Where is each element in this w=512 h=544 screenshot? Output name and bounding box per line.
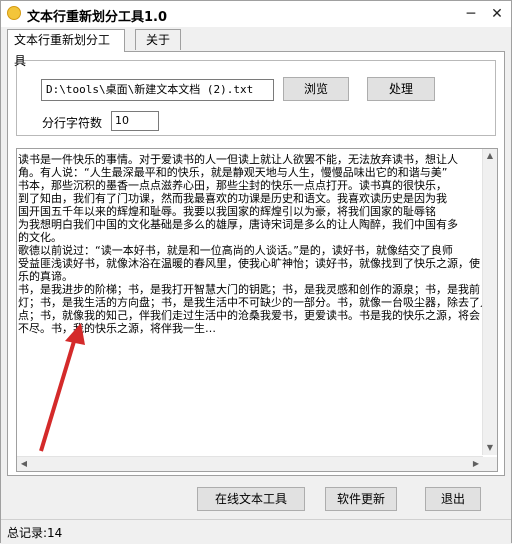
text-line: 书，是我进步的阶梯；书，是我打开智慧大门的钥匙；书，是我灵感和创作的源泉；书，是… [18, 283, 480, 296]
text-line: 灯；书，是我生活的方向盘；书，是我生活中不可缺少的一部分。书，就像一台吸尘器，除… [18, 296, 484, 309]
text-line: 的文化。 [18, 231, 62, 244]
text-line: 点；书，就像我的知己，伴我们走过生活中的沧桑我爱书，更爱读书。书是我的快乐之源，… [18, 309, 480, 322]
scroll-right-icon[interactable]: ▶ [469, 457, 483, 471]
app-icon [7, 6, 21, 20]
split-count-input[interactable]: 10 [111, 111, 159, 131]
exit-button[interactable]: 退出 [425, 487, 481, 511]
record-count: 总记录:14 [7, 526, 63, 540]
browse-button[interactable]: 浏览 [283, 77, 349, 101]
app-window: 文本行重新划分工具1.0 ─ ✕ 文本行重新划分工具 关于 D:\tools\桌… [0, 0, 512, 543]
scrollbar-corner [483, 457, 497, 471]
text-content: 读书是一件快乐的事情。对于爱读书的人一但读上就让人欲罢不能，无法放弃读书，想让人… [18, 153, 484, 453]
text-line: 国开国五千年以来的辉煌和耻辱。我要以我国家的辉煌引以为豪，将我们国家的耻辱铭 [18, 205, 436, 218]
text-line: 歌德以前说过：“读一本好书，就是和一位高尚的人谈话。”是的，读好书，就像结交了良… [18, 244, 453, 257]
window-title: 文本行重新划分工具1.0 [27, 10, 168, 25]
text-area[interactable]: 读书是一件快乐的事情。对于爱读书的人一但读上就让人欲罢不能，无法放弃读书，想让人… [16, 148, 498, 472]
text-line: 为我想明白我们中国的文化基础是多么的雄厚，唐诗宋词是多么的让人陶醉，我们中国有多 [18, 218, 458, 231]
options-group: D:\tools\桌面\新建文本文档 (2).txt 浏览 处理 分行字符数 1… [16, 60, 496, 136]
scroll-up-icon[interactable]: ▲ [483, 149, 497, 163]
text-line: 读书是一件快乐的事情。对于爱读书的人一但读上就让人欲罢不能，无法放弃读书，想让人 [18, 153, 458, 166]
text-line: 角。有人说：“人生最深最平和的快乐，就是静观天地与人生，慢慢品味出它的和谐与美” [18, 166, 448, 179]
text-line: 书本，那些沉积的墨香一点点滋养心田，那些尘封的快乐一点点打开。读书真的很快乐， [18, 179, 447, 192]
process-button[interactable]: 处理 [367, 77, 435, 101]
status-bar: 总记录:14 [1, 519, 511, 543]
vertical-scrollbar[interactable]: ▲ ▼ [482, 149, 497, 455]
tab-panel: D:\tools\桌面\新建文本文档 (2).txt 浏览 处理 分行字符数 1… [7, 51, 505, 476]
title-bar: 文本行重新划分工具1.0 ─ ✕ [1, 1, 511, 27]
online-tools-button[interactable]: 在线文本工具 [197, 487, 305, 511]
scroll-down-icon[interactable]: ▼ [483, 441, 497, 455]
scroll-left-icon[interactable]: ◀ [17, 457, 31, 471]
split-count-label: 分行字符数 [42, 116, 103, 130]
tab-line-splitter[interactable]: 文本行重新划分工具 [7, 29, 125, 68]
text-line: 乐的真谛。 [18, 270, 73, 283]
update-button[interactable]: 软件更新 [325, 487, 397, 511]
minimize-icon[interactable]: ─ [461, 4, 481, 24]
file-path-input[interactable]: D:\tools\桌面\新建文本文档 (2).txt [41, 79, 274, 101]
horizontal-scrollbar[interactable]: ◀ ▶ [17, 456, 483, 471]
tab-about[interactable]: 关于 [135, 29, 181, 50]
text-line: 受益匪浅读好书，就像沐浴在温暖的春风里，使我心旷神怡；读好书，就像找到了快乐之源… [18, 257, 480, 270]
close-icon[interactable]: ✕ [487, 4, 507, 24]
text-line: 不尽。书，我的快乐之源，将伴我一生… [18, 322, 216, 335]
text-line: 到了知由，我们有了门功课，然而我最喜欢的功课是历史和语文。我喜欢读历史是因为我 [18, 192, 447, 205]
